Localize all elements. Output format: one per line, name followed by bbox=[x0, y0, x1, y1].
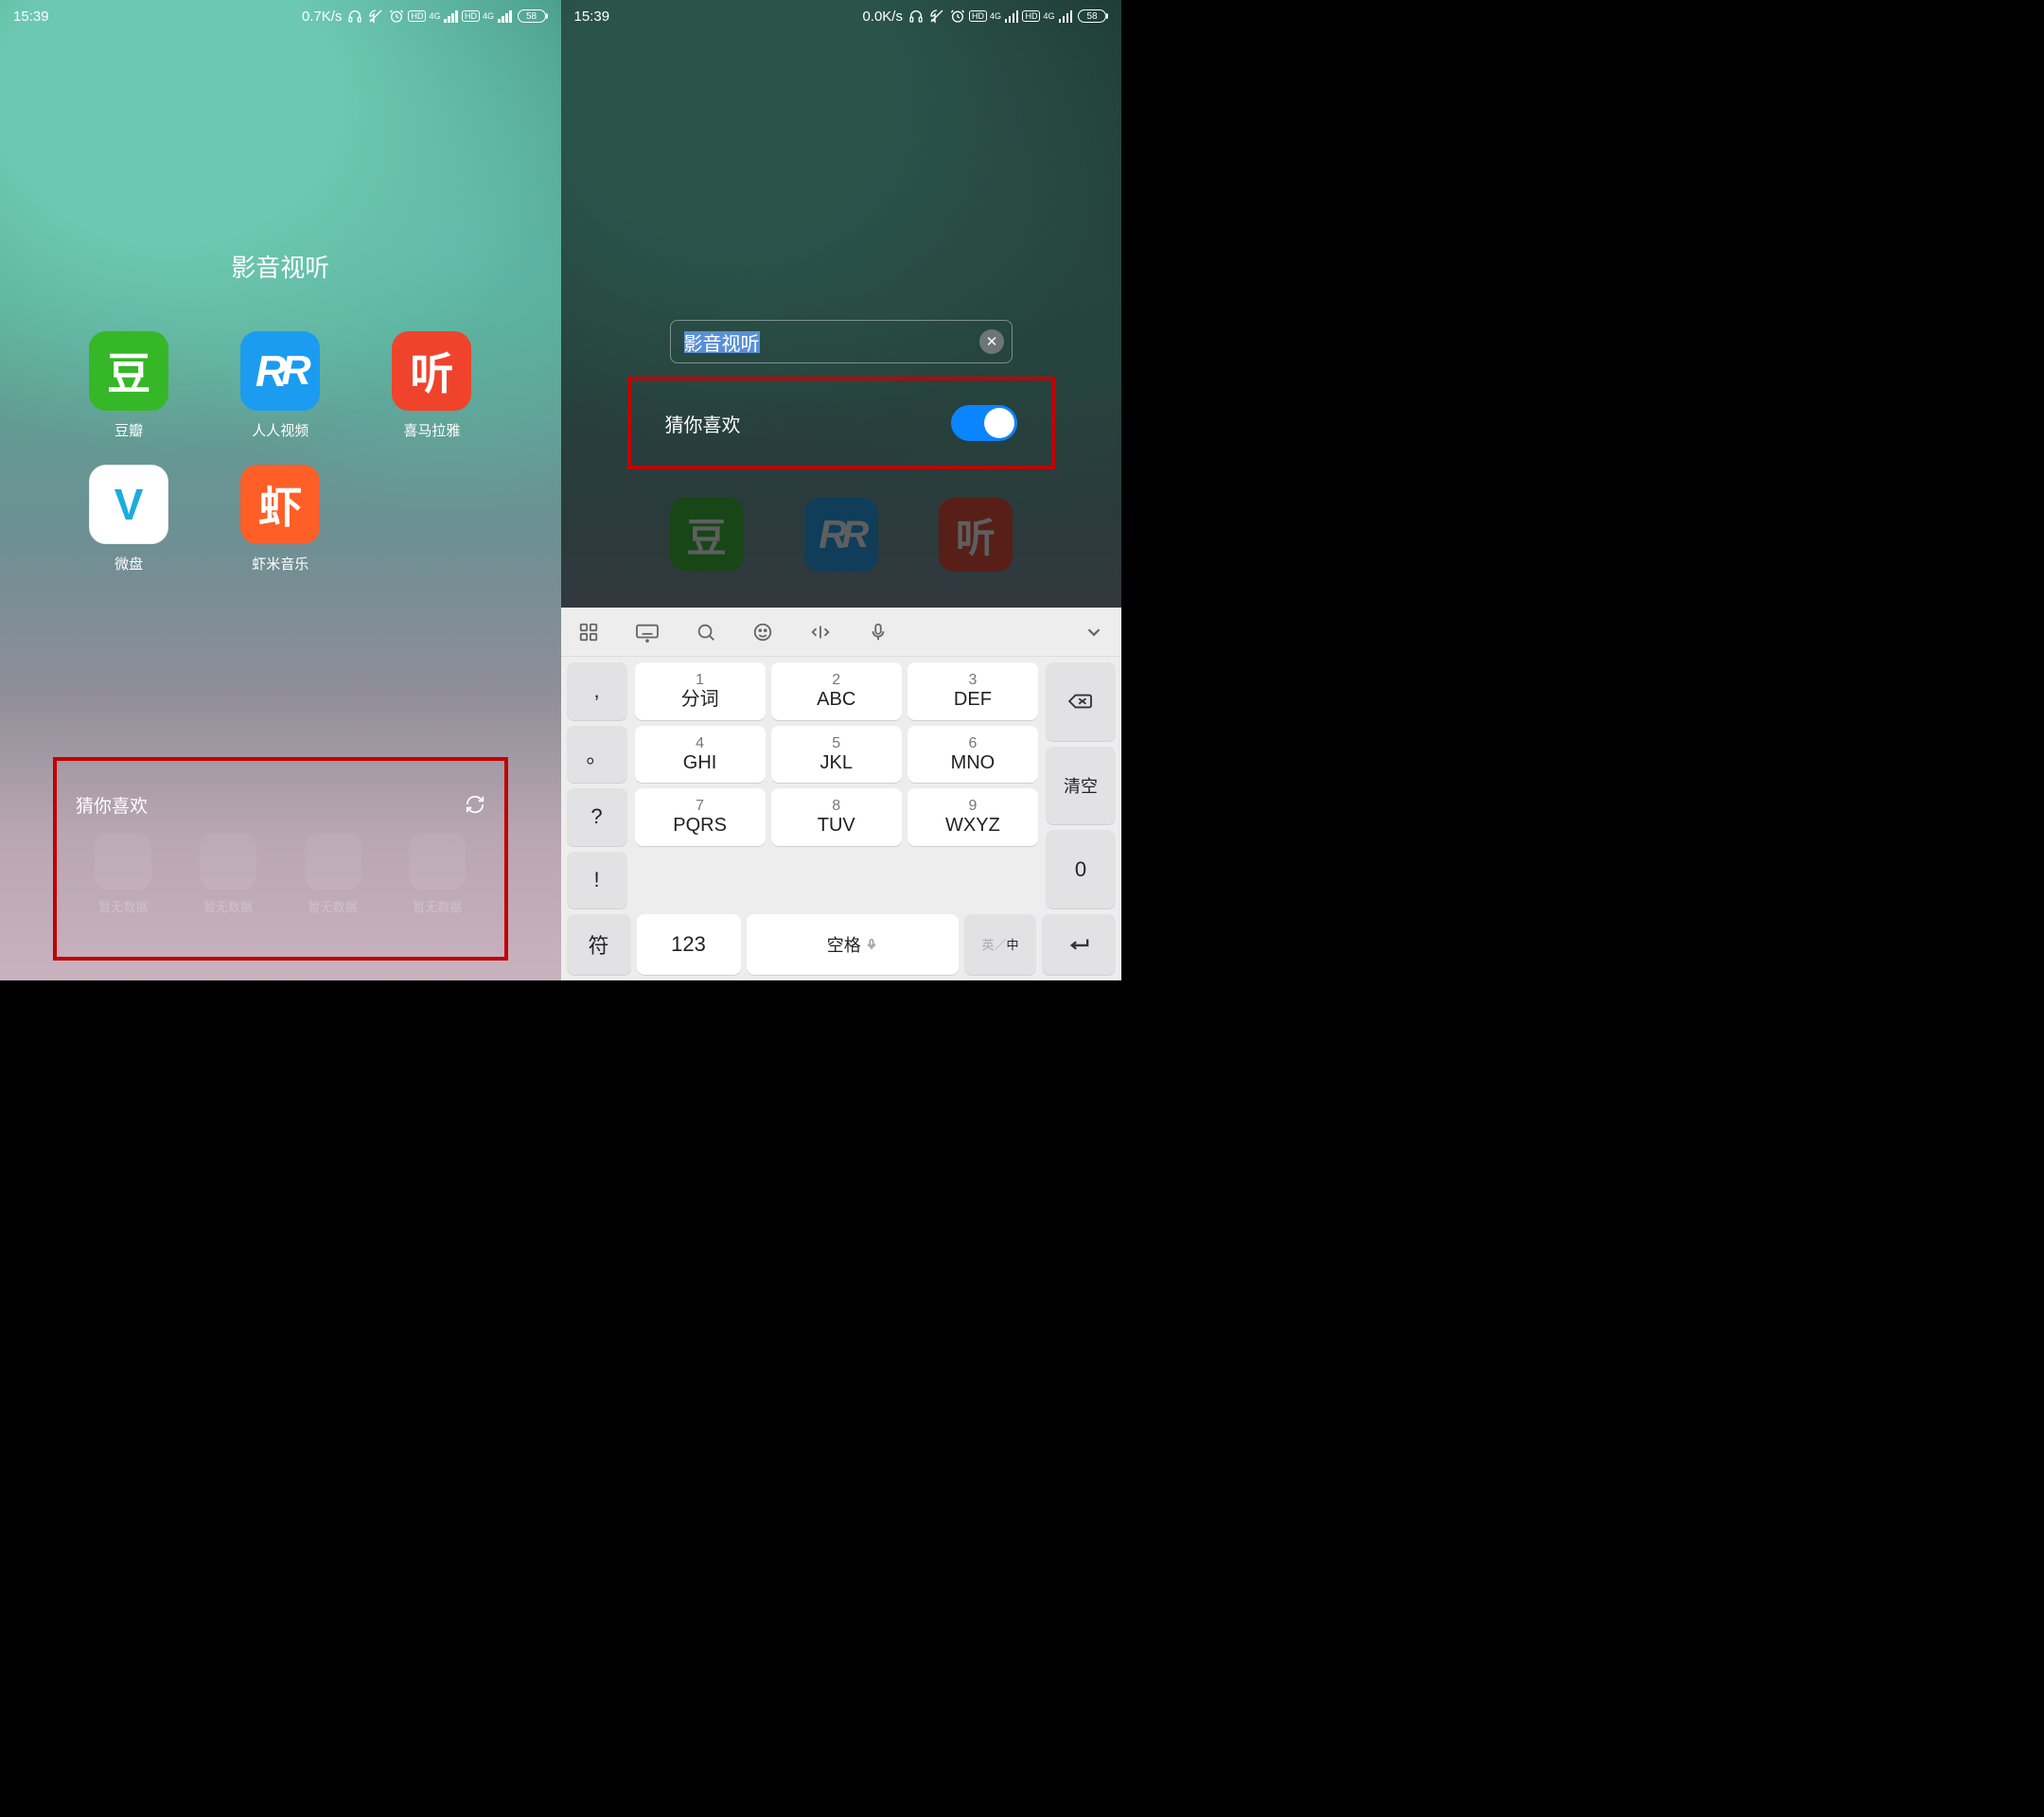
key-1[interactable]: 1分词 bbox=[635, 662, 766, 720]
keyboard-layout-icon[interactable] bbox=[635, 622, 660, 643]
4g-label: 4G bbox=[1043, 12, 1054, 21]
4g-label: 4G bbox=[990, 12, 1001, 21]
app-weipan[interactable]: V微盘 bbox=[76, 465, 182, 573]
dimmed-app-grid: 豆 RR 听 bbox=[665, 498, 1018, 581]
key-0[interactable]: 0 bbox=[1046, 830, 1116, 908]
placeholder-item: 暂无数据 bbox=[285, 833, 380, 915]
headphone-icon bbox=[347, 9, 362, 24]
placeholder-item: 暂无数据 bbox=[390, 833, 485, 915]
battery-icon: 58 bbox=[518, 9, 548, 23]
keyboard-body: , 。 ? ! 1分词 2ABC 3DEF 4GHI 5JKL 6MNO 7PQ… bbox=[561, 657, 1122, 914]
key-language[interactable]: 英／中 bbox=[964, 914, 1036, 975]
app-douban: 豆 bbox=[665, 498, 749, 581]
enter-icon bbox=[1066, 934, 1091, 955]
4g-label: 4G bbox=[483, 12, 494, 21]
cursor-move-icon[interactable] bbox=[809, 622, 832, 643]
status-bar: 15:39 0.7K/s HD 4G HD 4G 58 bbox=[0, 0, 561, 32]
placeholder-item: 暂无数据 bbox=[76, 833, 171, 915]
app-icon: 虾 bbox=[240, 465, 320, 544]
app-ximalaya[interactable]: 听喜马拉雅 bbox=[379, 331, 485, 440]
highlight-box: 猜你喜欢 bbox=[627, 377, 1056, 469]
signal-icon bbox=[1059, 10, 1073, 23]
app-folder-grid: 豆豆瓣 RR人人视频 听喜马拉雅 V微盘 虾虾米音乐 bbox=[76, 331, 485, 573]
headphone-icon bbox=[908, 9, 924, 24]
keyboard-right-column: 清空 0 bbox=[1042, 657, 1121, 914]
app-icon: RR bbox=[240, 331, 320, 411]
key-clear[interactable]: 清空 bbox=[1046, 747, 1116, 825]
app-icon: 听 bbox=[392, 331, 471, 411]
key-3[interactable]: 3DEF bbox=[907, 662, 1038, 720]
battery-icon: 58 bbox=[1078, 9, 1108, 23]
key-7[interactable]: 7PQRS bbox=[635, 788, 766, 846]
recommendation-placeholders: 暂无数据 暂无数据 暂无数据 暂无数据 bbox=[76, 833, 485, 915]
app-xiami[interactable]: 虾虾米音乐 bbox=[227, 465, 333, 573]
status-bar: 15:39 0.0K/s HD 4G HD 4G 58 bbox=[561, 0, 1122, 32]
apps-icon[interactable] bbox=[578, 622, 599, 643]
key-symbols[interactable]: 符 bbox=[567, 914, 631, 975]
app-renren[interactable]: RR人人视频 bbox=[227, 331, 333, 440]
key-backspace[interactable] bbox=[1046, 662, 1116, 741]
key-123[interactable]: 123 bbox=[637, 914, 741, 975]
hd-badge: HD bbox=[969, 10, 987, 22]
mute-icon bbox=[368, 9, 383, 24]
app-ximalaya: 听 bbox=[934, 498, 1017, 581]
search-icon[interactable] bbox=[696, 622, 716, 643]
keyboard: , 。 ? ! 1分词 2ABC 3DEF 4GHI 5JKL 6MNO 7PQ… bbox=[561, 608, 1122, 980]
key-enter[interactable] bbox=[1042, 914, 1116, 975]
alarm-icon bbox=[389, 9, 404, 24]
refresh-icon[interactable] bbox=[465, 794, 485, 815]
app-douban[interactable]: 豆豆瓣 bbox=[76, 331, 182, 440]
app-icon: V bbox=[89, 465, 168, 544]
guess-you-like-label: 猜你喜欢 bbox=[76, 792, 148, 818]
key-4[interactable]: 4GHI bbox=[635, 726, 766, 784]
hd-badge: HD bbox=[462, 10, 480, 22]
key-period[interactable]: 。 bbox=[567, 726, 627, 784]
clock: 15:39 bbox=[13, 9, 49, 25]
signal-icon bbox=[498, 10, 512, 23]
hd-badge: HD bbox=[1022, 10, 1040, 22]
mic-icon[interactable] bbox=[868, 622, 889, 643]
clear-input-button[interactable]: ✕ bbox=[979, 329, 1004, 354]
app-icon: 豆 bbox=[89, 331, 168, 411]
key-8[interactable]: 8TUV bbox=[771, 788, 902, 846]
keyboard-toolbar bbox=[561, 608, 1122, 657]
keyboard-punct-column: , 。 ? ! bbox=[561, 657, 631, 914]
key-5[interactable]: 5JKL bbox=[771, 726, 902, 784]
key-exclaim[interactable]: ! bbox=[567, 852, 627, 909]
signal-icon bbox=[1005, 10, 1019, 23]
keyboard-numpad: 1分词 2ABC 3DEF 4GHI 5JKL 6MNO 7PQRS 8TUV … bbox=[631, 657, 1043, 914]
close-icon: ✕ bbox=[986, 333, 998, 350]
guess-you-like-label: 猜你喜欢 bbox=[665, 410, 741, 437]
key-space[interactable]: 空格 bbox=[747, 914, 960, 975]
guess-you-like-toggle[interactable] bbox=[951, 405, 1017, 441]
keyboard-bottom-row: 符 123 空格 英／中 bbox=[561, 914, 1122, 980]
phone-screen-left: 15:39 0.7K/s HD 4G HD 4G 58 影音视听 豆豆瓣 RR人… bbox=[0, 0, 561, 980]
mute-icon bbox=[929, 9, 944, 24]
key-2[interactable]: 2ABC bbox=[771, 662, 902, 720]
app-renren: RR bbox=[800, 498, 883, 581]
emoji-icon[interactable] bbox=[752, 622, 773, 643]
4g-label: 4G bbox=[429, 12, 440, 21]
backspace-icon bbox=[1066, 691, 1095, 712]
folder-name-input-wrap[interactable]: ✕ bbox=[670, 320, 1013, 363]
key-6[interactable]: 6MNO bbox=[907, 726, 1038, 784]
key-question[interactable]: ? bbox=[567, 788, 627, 846]
alarm-icon bbox=[950, 9, 965, 24]
folder-name-input[interactable] bbox=[684, 331, 980, 353]
folder-title: 影音视听 bbox=[0, 249, 561, 284]
phone-screen-right: 15:39 0.0K/s HD 4G HD 4G 58 ✕ 猜你喜欢 豆 RR … bbox=[561, 0, 1122, 980]
guess-you-like-row[interactable]: 猜你喜欢 bbox=[76, 784, 485, 825]
collapse-keyboard-icon[interactable] bbox=[1084, 622, 1104, 643]
clock: 15:39 bbox=[574, 9, 610, 25]
net-speed: 0.0K/s bbox=[862, 9, 903, 25]
signal-icon bbox=[444, 10, 458, 23]
net-speed: 0.7K/s bbox=[302, 9, 343, 25]
key-9[interactable]: 9WXYZ bbox=[907, 788, 1038, 846]
placeholder-item: 暂无数据 bbox=[181, 833, 276, 915]
key-comma[interactable]: , bbox=[567, 662, 627, 720]
mic-icon bbox=[865, 938, 878, 951]
hd-badge: HD bbox=[408, 10, 426, 22]
